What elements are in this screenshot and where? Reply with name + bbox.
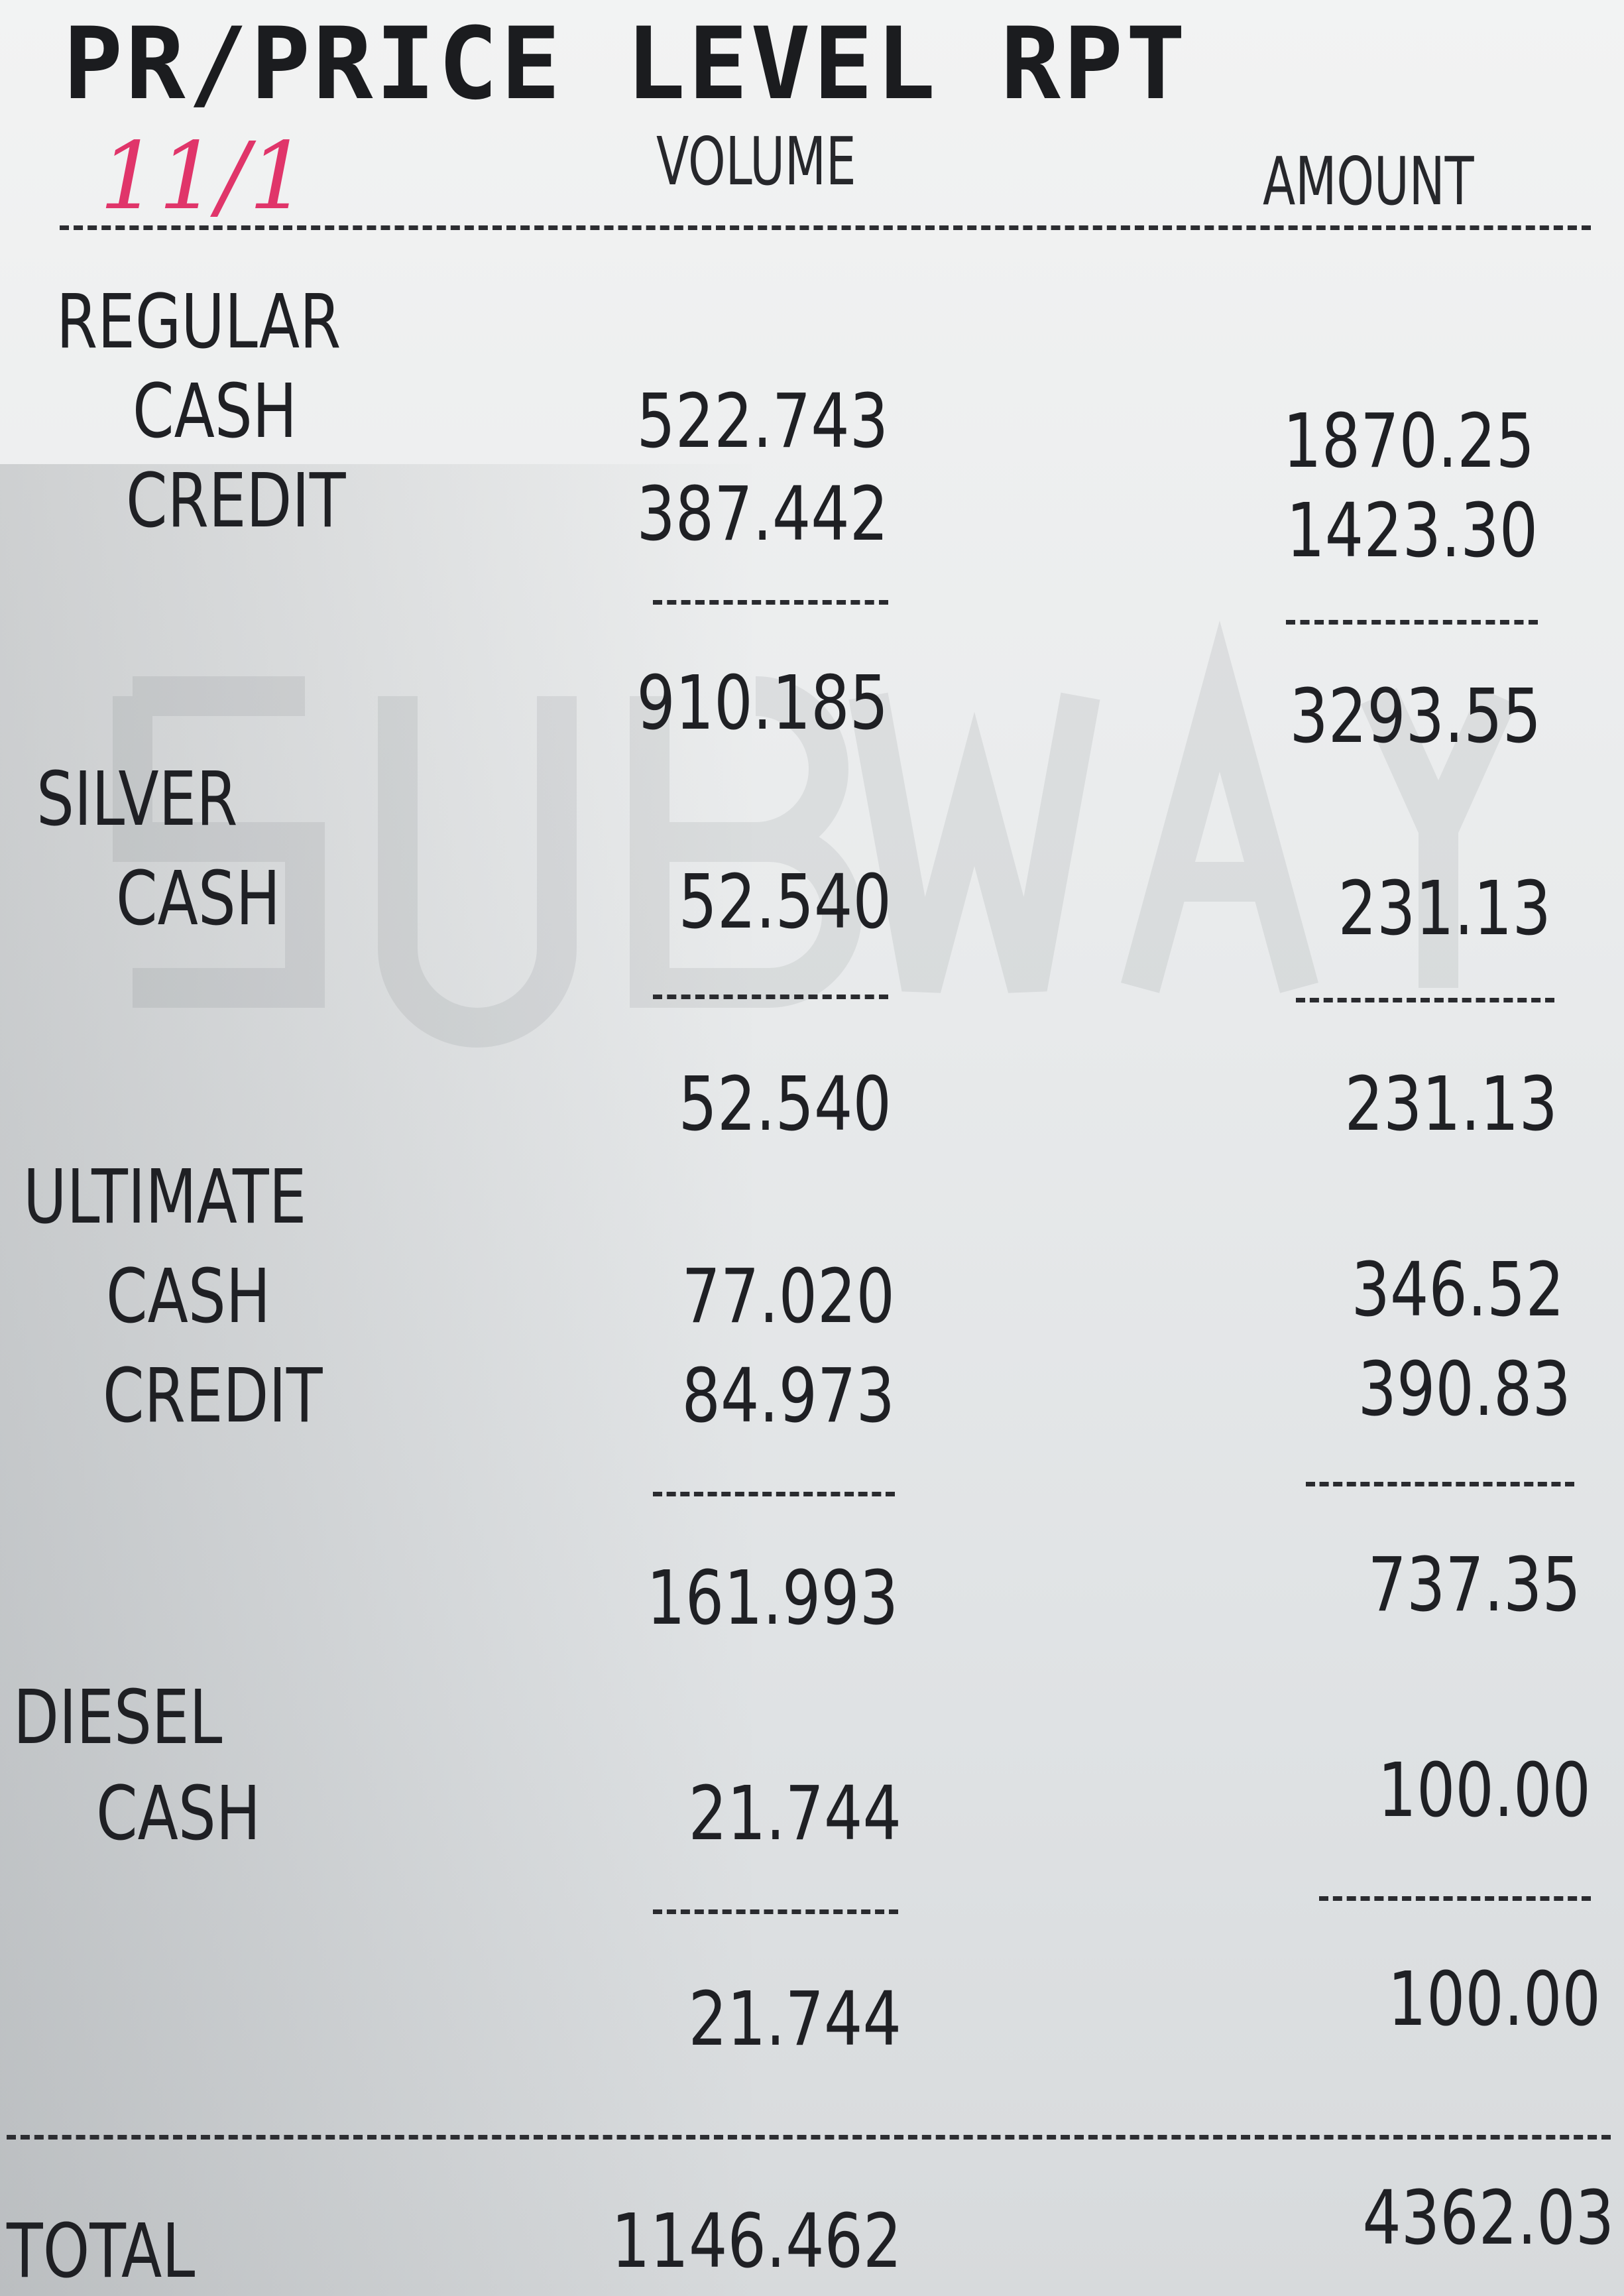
row-label: CREDIT: [103, 1353, 323, 1439]
group-name-silver: SILVER: [36, 756, 238, 843]
subtotal-rule-volume: [653, 1492, 895, 1496]
row-label: CASH: [133, 369, 298, 455]
row-amount: 390.83: [1358, 1347, 1571, 1433]
report-title: PR/PRICE LEVEL RPT: [63, 7, 1189, 122]
total-label: TOTAL: [7, 2208, 196, 2295]
row-label: CASH: [116, 856, 281, 942]
subtotal-rule-volume: [653, 995, 888, 999]
row-volume: 84.973: [681, 1353, 895, 1439]
row-volume: 387.442: [636, 471, 888, 558]
group-name-ultimate: ULTIMATE: [23, 1154, 307, 1240]
total-volume: 1146.462: [610, 2199, 901, 2285]
subtotal-rule-amount: [1306, 1482, 1574, 1486]
subtotal-volume: 21.744: [688, 1976, 901, 2063]
subtotal-amount: 737.35: [1367, 1542, 1581, 1628]
row-label: CREDIT: [126, 458, 346, 544]
row-volume: 77.020: [681, 1254, 895, 1340]
handwritten-date: 11/1: [99, 123, 308, 231]
subtotal-rule-amount: [1286, 620, 1538, 625]
subtotal-rule-volume: [653, 1909, 898, 1914]
subtotal-amount: 3293.55: [1289, 674, 1541, 760]
row-amount: 231.13: [1338, 866, 1551, 952]
row-amount: 346.52: [1351, 1247, 1564, 1333]
total-amount: 4362.03: [1362, 2175, 1614, 2262]
row-label: CASH: [96, 1771, 261, 1857]
row-amount: 1423.30: [1286, 488, 1538, 574]
subtotal-volume: 161.993: [646, 1555, 898, 1642]
group-name-diesel: DIESEL: [13, 1675, 223, 1761]
row-amount: 100.00: [1377, 1748, 1591, 1834]
subtotal-rule-amount: [1296, 998, 1554, 1002]
volume-column-header: VOLUME: [656, 123, 856, 200]
subtotal-rule-volume: [653, 600, 888, 605]
header-divider: [60, 225, 1591, 230]
row-volume: 21.744: [688, 1771, 901, 1857]
total-divider: [7, 2135, 1611, 2140]
row-amount: 1870.25: [1283, 398, 1535, 485]
subtotal-amount: 231.13: [1344, 1061, 1558, 1148]
row-label: CASH: [106, 1254, 271, 1340]
subtotal-volume: 52.540: [678, 1061, 892, 1148]
amount-column-header: AMOUNT: [1263, 143, 1474, 220]
row-volume: 52.540: [678, 859, 892, 945]
row-volume: 522.743: [636, 379, 888, 465]
subtotal-volume: 910.185: [636, 660, 888, 747]
subtotal-amount: 100.00: [1387, 1957, 1601, 2043]
group-name-regular: REGULAR: [56, 279, 341, 365]
subtotal-rule-amount: [1319, 1896, 1591, 1901]
